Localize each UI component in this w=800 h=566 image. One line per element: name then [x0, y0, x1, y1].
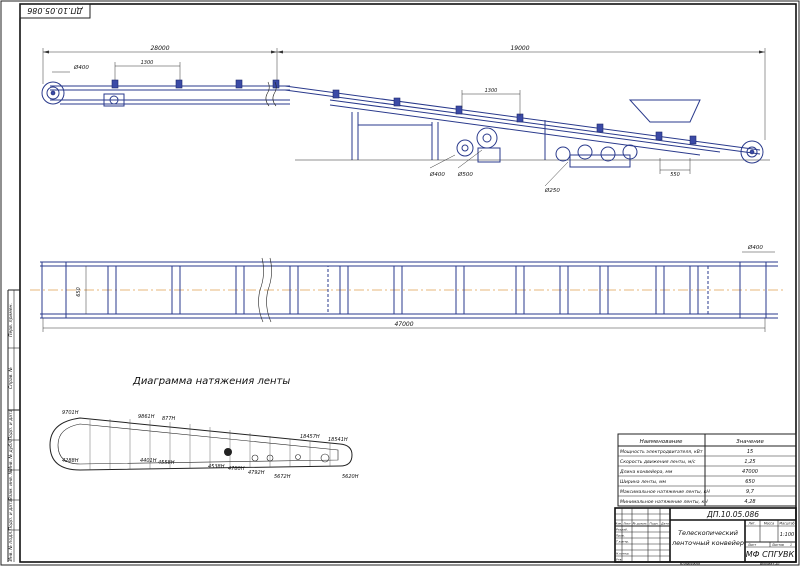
scale-value: 1:100: [780, 532, 794, 538]
side-label-6: Инв. № подл.: [8, 530, 14, 561]
scale-header: Масштаб: [779, 522, 794, 526]
tension-5620: 5620Н: [342, 474, 359, 480]
dim-gap: 550: [670, 172, 680, 178]
side-label-3: Инв. № дубл.: [8, 440, 14, 471]
dim-d500: Ø500: [457, 171, 473, 178]
tension-4780: 4780Н: [228, 466, 245, 472]
tension-4792: 4792Н: [248, 470, 265, 476]
role-0: Разраб.: [616, 528, 628, 532]
spec-row-0-name: Мощность электродвигателя, кВт: [620, 449, 703, 455]
dim-pitch-left: 1300: [141, 60, 154, 66]
diagram-title: Диаграмма натяжения ленты: [132, 376, 290, 387]
dim-plan-width: 650: [76, 287, 82, 297]
side-label-2: Подп. и дата: [8, 409, 14, 440]
dim-plan-d400: Ø400: [747, 244, 763, 251]
spec-row-0-value: 15: [747, 449, 753, 455]
dim-top-left: 28000: [150, 45, 169, 52]
side-label-1: Справ. №: [8, 367, 14, 389]
spec-row-3-name: Ширина ленты, мм: [620, 479, 667, 485]
spec-row-2-name: Длина конвейера, мм: [619, 469, 673, 475]
sheets-label: Листов: [771, 543, 784, 547]
tension-9701: 9701Н: [62, 410, 79, 416]
spec-row-2-value: 47000: [742, 469, 758, 475]
spec-header-name: Наименование: [640, 439, 683, 445]
drawing-sheet: ДП.10.05.086 Перв. примен. Справ. № Подп…: [0, 0, 800, 566]
side-label-0: Перв. примен.: [8, 303, 14, 337]
title-block: ДП.10.05.086 Изм. Лист № докум. Подп. Да…: [614, 507, 797, 566]
tension-9861: 9861Н: [138, 414, 155, 420]
tension-4288: 4288Н: [62, 458, 79, 464]
elevation-view: 28000 19000 1300 Ø400 1300 Ø400 Ø500 Ø25…: [41, 45, 770, 194]
role-4: Н.контр.: [616, 552, 629, 556]
spec-row-5-name: Минимальное натяжение ленты, кН: [620, 499, 708, 505]
role-2: Т.контр.: [616, 540, 629, 544]
lit-header: Лит.: [747, 522, 755, 526]
side-label-4: Взам. инв. №: [8, 469, 14, 500]
side-strip: Перв. примен. Справ. № Подп. и дата Инв.…: [7, 289, 20, 562]
org-name: МФ СПГУВК: [746, 550, 795, 559]
doc-code-rotated: ДП.10.05.086: [27, 6, 84, 15]
spec-row-5-value: 4,28: [744, 499, 755, 505]
doc-code-box: ДП.10.05.086: [19, 3, 91, 19]
title-code: ДП.10.05.086: [706, 510, 759, 519]
format-label: Формат A1: [760, 562, 780, 566]
spec-row-1-name: Скорость движения ленты, м/с: [620, 459, 696, 465]
tension-5672: 5672Н: [274, 474, 291, 480]
spec-row-3-value: 650: [745, 479, 755, 485]
dim-d400-left: Ø400: [73, 64, 89, 71]
spec-row-4-value: 9,7: [746, 489, 755, 495]
sheet-label: Лист: [747, 543, 756, 547]
col-doc: № докум.: [632, 522, 648, 526]
dim-top-right: 19000: [510, 45, 529, 52]
spec-row-1-value: 1,25: [744, 459, 755, 465]
tension-877: 877Н: [162, 416, 176, 422]
tension-4558: 4558Н: [158, 460, 175, 466]
sheets-value: 1: [790, 543, 792, 547]
diagram-hatching: [89, 419, 331, 470]
tension-18541: 18541Н: [328, 437, 348, 443]
title-name-1: Телескопический: [678, 529, 738, 537]
tension-4401: 4401Н: [140, 458, 157, 464]
role-1: Пров.: [616, 534, 625, 538]
tension-diagram: Диаграмма натяжения ленты 9701Н 9861Н 87…: [49, 376, 359, 480]
plan-view: 650 47000 Ø400: [30, 244, 785, 332]
role-5: Утв.: [616, 558, 622, 562]
col-data: Дата: [660, 522, 669, 526]
mass-header: Масса: [764, 522, 774, 526]
dim-plan-total: 47000: [394, 321, 413, 328]
copied-label: Копировал: [680, 562, 701, 566]
dim-d400-bottom: Ø400: [429, 171, 445, 178]
inner-frame: [19, 3, 797, 563]
col-podp: Подп.: [649, 522, 658, 526]
col-izm: Изм.: [615, 522, 622, 526]
dim-d250: Ø250: [544, 187, 560, 194]
title-name-2: ленточный конвейер: [671, 539, 744, 547]
side-label-5: Подп. и дата: [8, 499, 14, 530]
tension-rollers: [555, 144, 638, 168]
spec-table: Наименование Значение Мощность электродв…: [617, 433, 797, 507]
tension-4538: 4538Н: [208, 464, 225, 470]
spec-header-value: Значение: [736, 439, 764, 445]
idlers-horizontal: [103, 79, 280, 107]
dim-pitch-right: 1300: [485, 88, 498, 94]
col-list: Лист: [622, 522, 631, 526]
spec-row-4-name: Максимальное натяжение ленты, кН: [620, 489, 710, 495]
tension-18457: 18457Н: [300, 434, 320, 440]
